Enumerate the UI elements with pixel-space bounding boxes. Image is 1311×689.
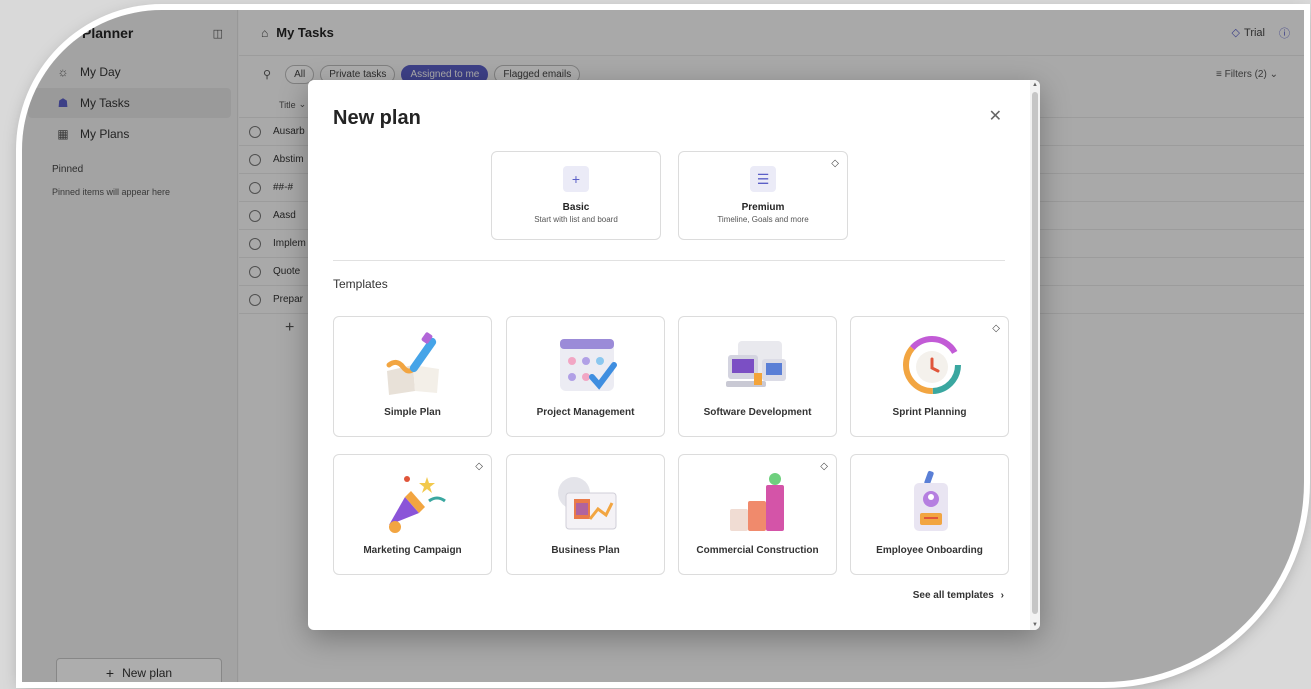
template-name: Commercial Construction <box>696 545 819 556</box>
diamond-icon: ◇ <box>820 461 828 472</box>
template-name: Sprint Planning <box>892 407 967 418</box>
template-sprint-planning[interactable]: ◇ Sprint Planning <box>850 316 1009 437</box>
plan-type-name: Premium <box>741 202 785 213</box>
simple-plan-illustration <box>386 332 439 395</box>
dialog-title: New plan <box>333 107 421 129</box>
plan-type-desc: Timeline, Goals and more <box>717 215 809 224</box>
chevron-right-icon: › <box>1000 590 1004 601</box>
template-simple-plan[interactable]: Simple Plan <box>333 316 492 437</box>
scroll-down-icon[interactable]: ▼ <box>1032 622 1038 628</box>
template-marketing-campaign[interactable]: ◇ Marketing Campaign <box>333 454 492 575</box>
sprint-planning-illustration <box>903 336 961 394</box>
diamond-icon: ◇ <box>992 323 1000 334</box>
template-name: Software Development <box>703 407 812 418</box>
templates-heading: Templates <box>333 277 388 291</box>
plus-icon: + <box>563 166 589 192</box>
see-all-label: See all templates <box>912 590 994 601</box>
premium-plan-card[interactable]: ◇ ☰ Premium Timeline, Goals and more <box>678 151 848 240</box>
commercial-construction-illustration <box>730 473 784 531</box>
close-icon[interactable]: ✕ <box>989 106 1002 126</box>
template-commercial-construction[interactable]: ◇ Commercial Construction <box>678 454 837 575</box>
template-name: Employee Onboarding <box>876 545 983 556</box>
template-software-development[interactable]: Software Development <box>678 316 837 437</box>
template-name: Simple Plan <box>384 407 441 418</box>
planner-app: Planner ◫ ☼ My Day ☗ My Tasks ▦ My Plans… <box>22 10 1304 682</box>
employee-onboarding-illustration <box>914 470 948 531</box>
diamond-icon: ◇ <box>831 158 839 169</box>
template-project-management[interactable]: Project Management <box>506 316 665 437</box>
basic-plan-card[interactable]: + Basic Start with list and board <box>491 151 661 240</box>
scroll-thumb[interactable] <box>1032 92 1038 614</box>
plan-type-desc: Start with list and board <box>534 215 618 224</box>
plan-type-name: Basic <box>562 202 590 213</box>
template-employee-onboarding[interactable]: Employee Onboarding <box>850 454 1009 575</box>
screenshot-frame: Planner ◫ ☼ My Day ☗ My Tasks ▦ My Plans… <box>22 10 1304 682</box>
business-plan-illustration <box>558 477 617 530</box>
marketing-campaign-illustration <box>389 476 446 533</box>
template-name: Project Management <box>536 407 635 418</box>
template-business-plan[interactable]: Business Plan <box>506 454 665 575</box>
software-development-illustration <box>726 341 786 387</box>
timeline-icon: ☰ <box>750 166 776 192</box>
dialog-scrollbar[interactable]: ▲ ▼ <box>1030 80 1040 630</box>
divider <box>333 260 1005 261</box>
project-management-illustration <box>560 339 617 391</box>
template-name: Business Plan <box>551 545 620 556</box>
new-plan-dialog: New plan ✕ + Basic Start with list and b… <box>308 80 1040 630</box>
template-name: Marketing Campaign <box>363 545 462 556</box>
diamond-icon: ◇ <box>475 461 483 472</box>
scroll-up-icon[interactable]: ▲ <box>1032 82 1038 88</box>
see-all-templates-link[interactable]: See all templates › <box>913 590 1004 601</box>
